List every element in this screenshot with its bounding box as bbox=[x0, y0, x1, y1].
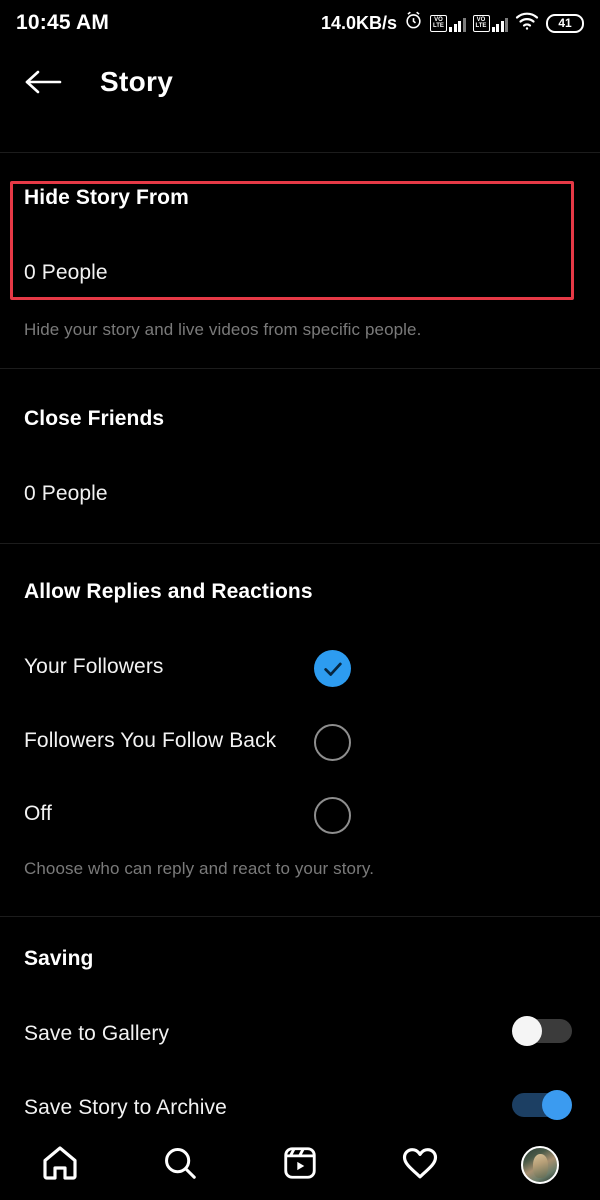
hide-story-help: Hide your story and live videos from spe… bbox=[24, 320, 422, 339]
option-row-your-followers[interactable]: Your Followers bbox=[0, 650, 600, 687]
story-settings-screen: 10:45 AM 14.0KB/s VO LTE VO LTE 41 Story… bbox=[0, 0, 600, 1200]
signal-bars-2 bbox=[491, 16, 508, 32]
hide-story-title: Hide Story From bbox=[24, 186, 189, 209]
allow-replies-title: Allow Replies and Reactions bbox=[24, 580, 313, 603]
volte-signal-1: VO LTE bbox=[430, 14, 466, 32]
volte-icon-1: VO LTE bbox=[430, 14, 447, 32]
option-row-off[interactable]: Off bbox=[0, 797, 600, 834]
volte-signal-2: VO LTE bbox=[472, 14, 508, 32]
option-row-followers-you-follow-back[interactable]: Followers You Follow Back bbox=[0, 724, 600, 761]
hide-story-help-row: Hide your story and live videos from spe… bbox=[0, 320, 600, 340]
battery-icon: 41 bbox=[546, 13, 584, 33]
toggle-save-to-gallery[interactable] bbox=[512, 1016, 572, 1046]
save-story-to-archive-label: Save Story to Archive bbox=[24, 1096, 227, 1119]
nav-item-search[interactable] bbox=[150, 1135, 210, 1195]
section-allow-replies: Allow Replies and Reactions bbox=[0, 580, 600, 604]
profile-avatar[interactable] bbox=[521, 1146, 559, 1184]
wifi-icon bbox=[515, 11, 539, 35]
nav-item-activity[interactable] bbox=[390, 1135, 450, 1195]
save-to-gallery-label: Save to Gallery bbox=[24, 1022, 170, 1045]
nav-item-home[interactable] bbox=[30, 1135, 90, 1195]
status-icons: 14.0KB/s VO LTE VO LTE 41 bbox=[321, 11, 584, 35]
section-saving: Saving bbox=[0, 947, 600, 971]
toggle-knob bbox=[512, 1016, 542, 1046]
status-clock: 10:45 AM bbox=[16, 11, 110, 34]
reels-icon bbox=[281, 1144, 319, 1187]
allow-replies-help: Choose who can reply and react to your s… bbox=[24, 859, 375, 878]
divider-4 bbox=[0, 916, 600, 917]
heart-icon bbox=[400, 1143, 440, 1188]
row-save-story-to-archive[interactable]: Save Story to Archive bbox=[0, 1090, 600, 1120]
close-friends-title: Close Friends bbox=[24, 407, 165, 430]
divider-2 bbox=[0, 368, 600, 369]
signal-bars-1 bbox=[449, 16, 466, 32]
option-label-followers-you-follow-back: Followers You Follow Back bbox=[24, 729, 277, 752]
divider-1 bbox=[0, 152, 600, 153]
status-bar: 10:45 AM 14.0KB/s VO LTE VO LTE 41 bbox=[0, 0, 600, 46]
toggle-save-story-to-archive[interactable] bbox=[512, 1090, 572, 1120]
network-speed-text: 14.0KB/s bbox=[320, 12, 397, 33]
nav-item-profile[interactable] bbox=[510, 1135, 570, 1195]
allow-replies-help-row: Choose who can reply and react to your s… bbox=[0, 859, 600, 879]
home-icon bbox=[40, 1143, 80, 1188]
hide-story-value-row[interactable]: 0 People bbox=[0, 261, 600, 285]
divider-3 bbox=[0, 543, 600, 544]
bottom-navigation-bar bbox=[0, 1130, 600, 1200]
section-close-friends[interactable]: Close Friends bbox=[0, 407, 600, 431]
back-arrow-icon[interactable] bbox=[24, 67, 62, 97]
volte-icon-2: VO LTE bbox=[472, 14, 490, 32]
alarm-clock-icon bbox=[404, 11, 423, 35]
hide-story-value: 0 People bbox=[24, 261, 108, 284]
row-save-to-gallery[interactable]: Save to Gallery bbox=[0, 1016, 600, 1046]
option-label-off: Off bbox=[24, 802, 52, 825]
close-friends-value: 0 People bbox=[24, 482, 108, 505]
radio-your-followers[interactable] bbox=[314, 650, 351, 687]
search-icon bbox=[161, 1144, 199, 1187]
battery-level-text: 41 bbox=[558, 16, 572, 30]
app-header: Story bbox=[0, 46, 600, 118]
section-hide-story[interactable]: Hide Story From bbox=[0, 186, 600, 210]
page-title: Story bbox=[100, 66, 174, 97]
saving-title: Saving bbox=[24, 947, 94, 970]
option-label-your-followers: Your Followers bbox=[24, 655, 164, 678]
toggle-knob bbox=[542, 1090, 572, 1120]
radio-off[interactable] bbox=[314, 797, 351, 834]
radio-followers-you-follow-back[interactable] bbox=[314, 724, 351, 761]
nav-item-reels[interactable] bbox=[270, 1135, 330, 1195]
close-friends-value-row[interactable]: 0 People bbox=[0, 482, 600, 506]
